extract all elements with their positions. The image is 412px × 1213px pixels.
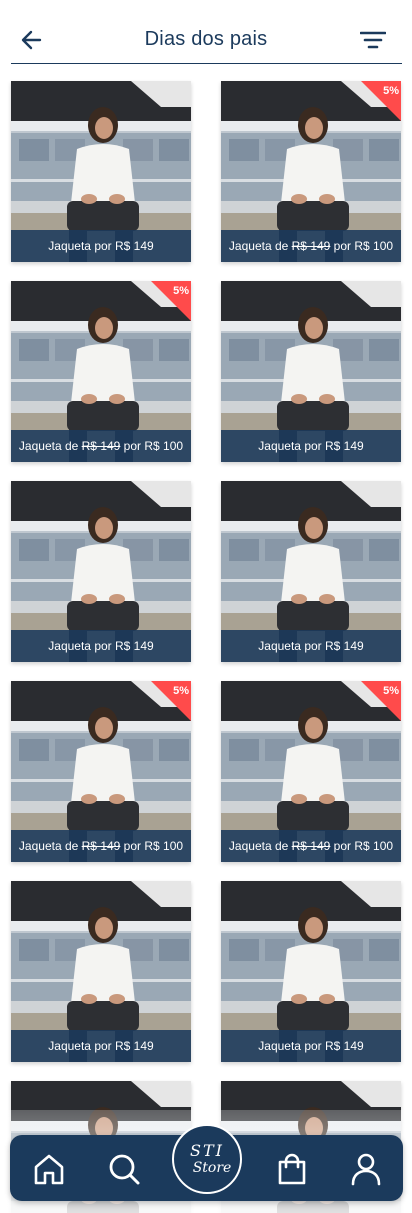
product-card[interactable]: Jaqueta de R$ 149 por R$ 100 5% (11, 681, 191, 862)
product-caption: Jaqueta por R$ 149 (221, 430, 401, 462)
logo-text-sti: STI (190, 1141, 224, 1160)
product-card[interactable]: Jaqueta de R$ 149 por R$ 100 5% (221, 681, 401, 862)
caption-prefix: Jaqueta de (228, 839, 292, 853)
home-icon[interactable] (30, 1150, 68, 1188)
product-caption: Jaqueta por R$ 149 (11, 1030, 191, 1062)
search-icon[interactable] (105, 1150, 143, 1188)
discount-percent: 5% (173, 685, 189, 697)
discount-percent: 5% (173, 285, 189, 297)
old-price: R$ 149 (291, 239, 331, 253)
discount-badge: 5% (151, 281, 191, 321)
product-caption: Jaqueta de R$ 149 por R$ 100 (221, 230, 401, 262)
product-caption: Jaqueta por R$ 149 (221, 1030, 401, 1062)
caption-suffix: por R$ 100 (120, 839, 184, 853)
caption-suffix: por R$ 100 (330, 839, 394, 853)
product-caption: Jaqueta por R$ 149 (11, 630, 191, 662)
discount-percent: 5% (383, 685, 399, 697)
product-card[interactable]: Jaqueta por R$ 149 (221, 281, 401, 462)
shopping-bag-icon[interactable] (273, 1150, 311, 1188)
app-header: Dias dos pais (0, 0, 412, 64)
old-price: R$ 149 (291, 839, 331, 853)
user-icon[interactable] (347, 1150, 385, 1188)
caption-prefix: Jaqueta de (18, 439, 82, 453)
discount-badge: 5% (151, 681, 191, 721)
caption-prefix: Jaqueta de (18, 839, 82, 853)
product-card[interactable]: Jaqueta por R$ 149 (11, 481, 191, 662)
product-caption: Jaqueta de R$ 149 por R$ 100 (11, 430, 191, 462)
product-card[interactable]: Jaqueta de R$ 149 por R$ 100 5% (11, 281, 191, 462)
product-caption: Jaqueta de R$ 149 por R$ 100 (11, 830, 191, 862)
discount-badge: 5% (361, 81, 401, 121)
product-caption: Jaqueta por R$ 149 (221, 630, 401, 662)
store-logo-button[interactable]: STI Store (172, 1124, 242, 1194)
product-card[interactable]: Jaqueta de R$ 149 por R$ 100 5% (221, 81, 401, 262)
header-divider (11, 63, 402, 64)
product-card[interactable]: Jaqueta por R$ 149 (221, 881, 401, 1062)
old-price: R$ 149 (81, 839, 121, 853)
page-title: Dias dos pais (144, 28, 268, 50)
filter-icon[interactable] (360, 29, 386, 51)
caption-prefix: Jaqueta de (228, 239, 292, 253)
product-card[interactable]: Jaqueta por R$ 149 (221, 481, 401, 662)
product-caption: Jaqueta de R$ 149 por R$ 100 (221, 830, 401, 862)
logo-text-store: Store (192, 1160, 232, 1176)
discount-badge: 5% (361, 681, 401, 721)
old-price: R$ 149 (81, 439, 121, 453)
bottom-navigation: STI Store (10, 1124, 403, 1201)
caption-suffix: por R$ 100 (330, 239, 394, 253)
product-caption: Jaqueta por R$ 149 (11, 230, 191, 262)
discount-percent: 5% (383, 85, 399, 97)
caption-suffix: por R$ 100 (120, 439, 184, 453)
product-card[interactable]: Jaqueta por R$ 149 (11, 81, 191, 262)
product-card[interactable]: Jaqueta por R$ 149 (11, 881, 191, 1062)
